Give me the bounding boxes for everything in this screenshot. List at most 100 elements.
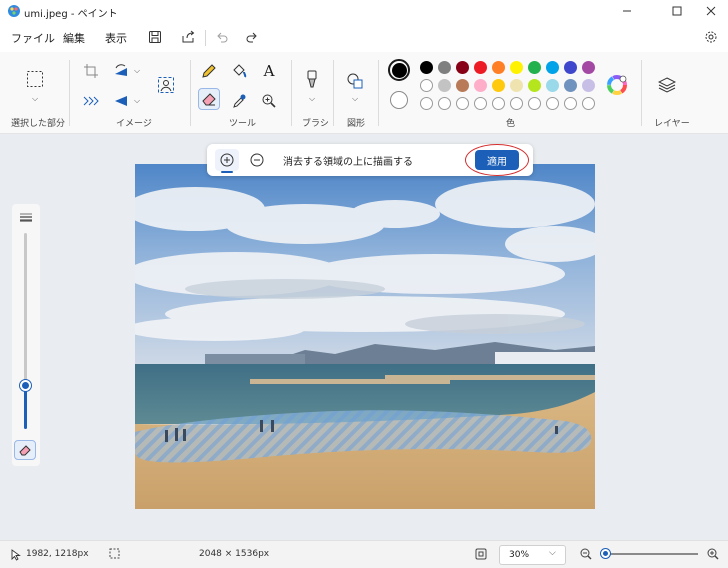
chevron-down-icon[interactable]: ⌵ — [134, 96, 140, 106]
color-swatch[interactable] — [474, 79, 487, 92]
color-swatch[interactable] — [420, 79, 433, 92]
custom-color-slot[interactable] — [438, 97, 451, 110]
text-button[interactable]: A — [258, 60, 280, 82]
share-button[interactable] — [179, 28, 197, 46]
color-swatch[interactable] — [546, 79, 559, 92]
image-canvas[interactable] — [135, 164, 595, 509]
custom-color-slot[interactable] — [582, 97, 595, 110]
color-swatch[interactable] — [510, 61, 523, 74]
custom-color-slot[interactable] — [564, 97, 577, 110]
canvas-workspace: 消去する領域の上に描画する 適用 — [0, 134, 728, 540]
custom-color-slot[interactable] — [546, 97, 559, 110]
chevron-down-icon[interactable]: ⌵ — [134, 66, 140, 76]
color-swatch[interactable] — [492, 79, 505, 92]
color-swatch[interactable] — [456, 61, 469, 74]
primary-color-dot — [391, 62, 407, 78]
menu-edit[interactable]: 編集 — [63, 30, 85, 46]
paint-app-icon — [8, 5, 20, 17]
share-icon — [182, 30, 195, 43]
undo-button[interactable] — [213, 28, 231, 46]
zoom-slider-track[interactable] — [601, 553, 698, 555]
selection-rectangle-icon — [27, 71, 43, 87]
eraser-icon — [19, 445, 31, 456]
eraser-mode-button[interactable] — [14, 440, 36, 460]
eraser-button[interactable] — [198, 88, 220, 110]
color-swatch[interactable] — [546, 61, 559, 74]
zoom-value: 30% — [509, 550, 530, 560]
color-swatch[interactable] — [420, 61, 433, 74]
custom-color-slot[interactable] — [492, 97, 505, 110]
remove-area-button[interactable] — [245, 149, 269, 171]
image-size: 2048 × 1536px — [199, 549, 270, 559]
stroke-size-icon — [20, 213, 32, 222]
group-divider — [378, 60, 379, 126]
color-swatch[interactable] — [474, 61, 487, 74]
layers-button[interactable] — [656, 74, 678, 96]
flip-button[interactable] — [110, 90, 132, 112]
color-swatch[interactable] — [564, 79, 577, 92]
color-swatch[interactable] — [582, 79, 595, 92]
color-swatch[interactable] — [528, 79, 541, 92]
edit-colors-button[interactable] — [606, 74, 628, 96]
custom-color-slot[interactable] — [510, 97, 523, 110]
color-swatch[interactable] — [510, 79, 523, 92]
color-swatch[interactable] — [438, 79, 451, 92]
fill-button[interactable] — [228, 60, 250, 82]
color-swatch[interactable] — [438, 61, 451, 74]
crop-icon — [84, 64, 98, 78]
zoom-in-icon[interactable] — [707, 548, 719, 560]
remove-background-button[interactable] — [155, 74, 177, 96]
gear-icon — [705, 31, 717, 43]
custom-color-slot[interactable] — [456, 97, 469, 110]
color-swatch[interactable] — [528, 61, 541, 74]
save-icon — [149, 31, 161, 43]
zoom-select[interactable]: 30% ⌵ — [499, 545, 566, 565]
color-picker-button[interactable] — [228, 90, 250, 112]
custom-color-slot[interactable] — [528, 97, 541, 110]
group-divider — [69, 60, 70, 126]
minimize-button[interactable] — [610, 0, 644, 22]
group-label-shapes: 図形 — [347, 119, 366, 129]
maximize-button[interactable] — [660, 0, 694, 22]
menu-view[interactable]: 表示 — [105, 30, 127, 46]
resize-icon — [83, 96, 99, 106]
fit-to-window-icon[interactable] — [475, 548, 487, 560]
chevron-down-icon[interactable]: ⌵ — [309, 94, 315, 104]
redo-button[interactable] — [243, 28, 261, 46]
close-button[interactable] — [694, 0, 728, 22]
custom-color-slot[interactable] — [474, 97, 487, 110]
menu-file[interactable]: ファイル — [11, 30, 55, 46]
magnifier-button[interactable] — [258, 90, 280, 112]
crop-button[interactable] — [80, 60, 102, 82]
custom-color-slot[interactable] — [420, 97, 433, 110]
color-swatch[interactable] — [456, 79, 469, 92]
add-area-button[interactable] — [215, 149, 239, 171]
selection-button[interactable] — [24, 68, 46, 90]
image-background-icon — [158, 77, 174, 93]
zoom-slider-thumb[interactable] — [601, 549, 611, 558]
color-swatch[interactable] — [564, 61, 577, 74]
resize-button[interactable] — [80, 90, 102, 112]
color-swatch[interactable] — [582, 61, 595, 74]
undo-icon — [217, 32, 228, 43]
text-icon: A — [263, 62, 275, 80]
secondary-color-swatch[interactable] — [390, 91, 408, 109]
close-icon — [706, 6, 716, 16]
chevron-down-icon[interactable]: ⌵ — [352, 94, 358, 104]
title-bar: umi.jpeg - ペイント — [0, 0, 728, 22]
brush-button[interactable] — [301, 68, 323, 90]
color-swatch[interactable] — [492, 61, 505, 74]
rotate-button[interactable] — [110, 60, 132, 82]
group-label-selection: 選択した部分 — [11, 119, 66, 129]
save-button[interactable] — [146, 28, 164, 46]
shapes-button[interactable] — [344, 70, 366, 92]
zoom-out-icon[interactable] — [580, 548, 592, 560]
pencil-button[interactable] — [198, 60, 220, 82]
shapes-icon — [347, 73, 363, 89]
brush-size-thumb[interactable] — [20, 380, 31, 392]
menu-divider — [205, 30, 206, 46]
settings-button[interactable] — [702, 28, 720, 46]
plus-circle-icon — [220, 153, 234, 167]
chevron-down-icon[interactable]: ⌵ — [32, 94, 38, 104]
primary-color-swatch[interactable] — [388, 59, 410, 81]
